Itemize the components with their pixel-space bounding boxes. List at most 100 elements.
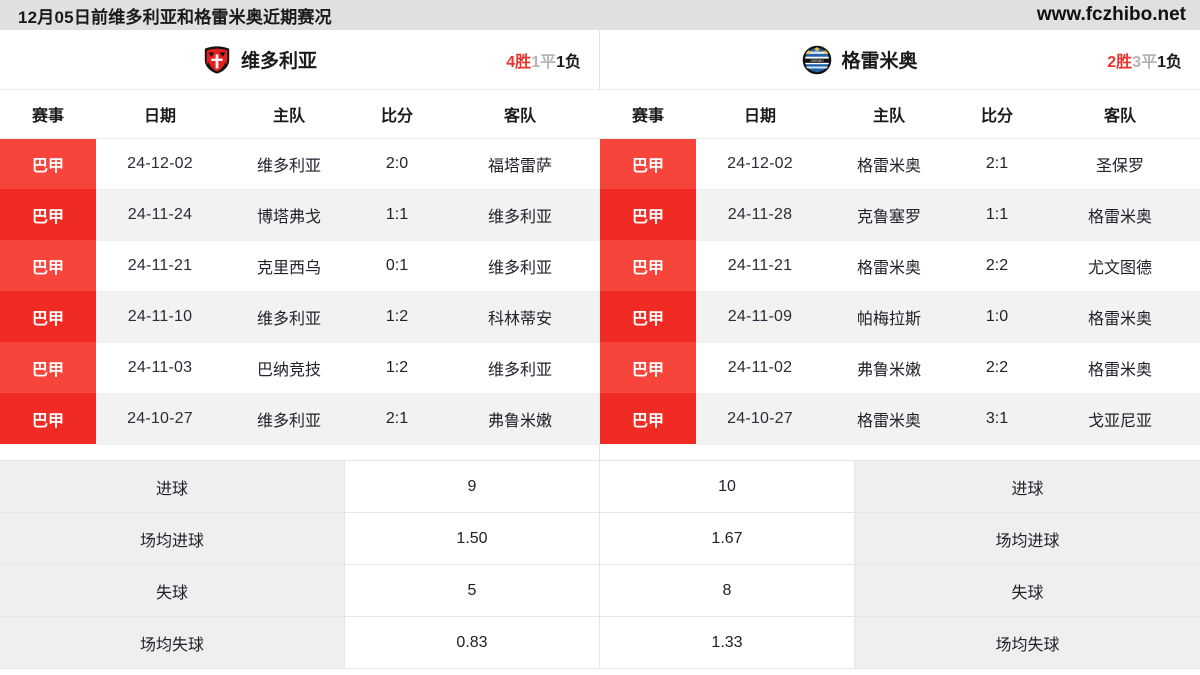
away-team: 圣保罗 — [1040, 138, 1200, 189]
match-date: 24-10-27 — [696, 393, 824, 444]
left-record-losses: 1负 — [556, 54, 581, 71]
home-team: 维多利亚 — [224, 138, 354, 189]
home-team: 克里西乌 — [224, 240, 354, 291]
home-team: 巴纳竞技 — [224, 342, 354, 393]
header-date: 日期 — [696, 90, 824, 138]
table-row[interactable]: 巴甲 24-11-03 巴纳竞技 1:2 维多利亚 — [0, 342, 600, 393]
stat-value-left: 0.83 — [345, 617, 600, 669]
match-date: 24-11-21 — [96, 240, 224, 291]
match-score: 1:1 — [954, 189, 1040, 240]
table-row[interactable]: 巴甲 24-12-02 格雷米奥 2:1 圣保罗 — [600, 138, 1200, 189]
match-date: 24-11-28 — [696, 189, 824, 240]
competition-badge: 巴甲 — [0, 393, 96, 444]
away-team: 福塔雷萨 — [440, 138, 600, 189]
page-title: 12月05日前维多利亚和格雷米奥近期赛况 — [18, 3, 332, 28]
competition-badge: 巴甲 — [0, 240, 96, 291]
stat-value-left: 9 — [345, 461, 600, 513]
stat-label-right: 失球 — [855, 565, 1200, 617]
competition-badge: 巴甲 — [600, 138, 696, 189]
gremio-crest-icon: GREMIO — [802, 45, 832, 75]
match-date: 24-11-24 — [96, 189, 224, 240]
stat-label-left: 场均进球 — [0, 513, 345, 565]
right-team-record: 2胜3平1负 — [1107, 48, 1182, 72]
right-match-table: 赛事 日期 主队 比分 客队 巴甲 24-12-02 格雷米奥 2:1 圣保罗 — [600, 90, 1200, 445]
home-team: 博塔弗戈 — [224, 189, 354, 240]
team-panels: 维多利亚 4胜1平1负 赛事 日期 主队 比分 客队 — [0, 30, 1200, 460]
home-team: 维多利亚 — [224, 393, 354, 444]
stat-value-right: 1.33 — [600, 617, 855, 669]
right-team-header: GREMIO 格雷米奥 2胜3平1负 — [600, 30, 1200, 90]
stat-label-right: 进球 — [855, 461, 1200, 513]
home-team: 弗鲁米嫩 — [824, 342, 954, 393]
table-row[interactable]: 巴甲 24-11-09 帕梅拉斯 1:0 格雷米奥 — [600, 291, 1200, 342]
vitoria-crest-icon — [202, 45, 232, 75]
home-team: 格雷米奥 — [824, 138, 954, 189]
match-score: 2:1 — [354, 393, 440, 444]
away-team: 维多利亚 — [440, 240, 600, 291]
match-score: 2:1 — [954, 138, 1040, 189]
header-date: 日期 — [96, 90, 224, 138]
left-team-header: 维多利亚 4胜1平1负 — [0, 30, 599, 90]
stat-label-left: 场均失球 — [0, 617, 345, 669]
right-team-name: 格雷米奥 — [841, 46, 917, 73]
right-record-losses: 1负 — [1157, 54, 1182, 71]
left-record-wins: 4胜 — [506, 54, 531, 71]
svg-text:GREMIO: GREMIO — [811, 58, 825, 62]
table-row[interactable]: 巴甲 24-11-28 克鲁塞罗 1:1 格雷米奥 — [600, 189, 1200, 240]
table-row[interactable]: 巴甲 24-12-02 维多利亚 2:0 福塔雷萨 — [0, 138, 600, 189]
stat-value-right: 1.67 — [600, 513, 855, 565]
home-team: 帕梅拉斯 — [824, 291, 954, 342]
table-row[interactable]: 巴甲 24-11-21 克里西乌 0:1 维多利亚 — [0, 240, 600, 291]
site-url: www.fczhibo.net — [1037, 4, 1186, 26]
table-row[interactable]: 巴甲 24-11-24 博塔弗戈 1:1 维多利亚 — [0, 189, 600, 240]
competition-badge: 巴甲 — [0, 342, 96, 393]
away-team: 尤文图德 — [1040, 240, 1200, 291]
competition-badge: 巴甲 — [0, 291, 96, 342]
home-team: 维多利亚 — [224, 291, 354, 342]
away-team: 戈亚尼亚 — [1040, 393, 1200, 444]
away-team: 弗鲁米嫩 — [440, 393, 600, 444]
home-team: 格雷米奥 — [824, 240, 954, 291]
match-date: 24-10-27 — [96, 393, 224, 444]
left-record-draws: 1平 — [531, 54, 556, 71]
match-score: 1:2 — [354, 291, 440, 342]
match-date: 24-11-21 — [696, 240, 824, 291]
table-row[interactable]: 巴甲 24-11-21 格雷米奥 2:2 尤文图德 — [600, 240, 1200, 291]
left-team-name: 维多利亚 — [241, 46, 317, 73]
match-score: 2:2 — [954, 240, 1040, 291]
home-team: 克鲁塞罗 — [824, 189, 954, 240]
match-date: 24-12-02 — [696, 138, 824, 189]
left-team-panel: 维多利亚 4胜1平1负 赛事 日期 主队 比分 客队 — [0, 30, 600, 460]
match-date: 24-11-10 — [96, 291, 224, 342]
match-score: 3:1 — [954, 393, 1040, 444]
table-row[interactable]: 巴甲 24-11-02 弗鲁米嫩 2:2 格雷米奥 — [600, 342, 1200, 393]
left-team-record: 4胜1平1负 — [506, 48, 581, 72]
competition-badge: 巴甲 — [600, 240, 696, 291]
competition-badge: 巴甲 — [600, 291, 696, 342]
competition-badge: 巴甲 — [600, 393, 696, 444]
home-team: 格雷米奥 — [824, 393, 954, 444]
table-row[interactable]: 巴甲 24-11-10 维多利亚 1:2 科林蒂安 — [0, 291, 600, 342]
right-record-wins: 2胜 — [1107, 54, 1132, 71]
away-team: 维多利亚 — [440, 189, 600, 240]
match-score: 1:1 — [354, 189, 440, 240]
right-team-panel: GREMIO 格雷米奥 2胜3平1负 — [600, 30, 1200, 460]
header-home: 主队 — [824, 90, 954, 138]
match-score: 2:0 — [354, 138, 440, 189]
away-team: 格雷米奥 — [1040, 342, 1200, 393]
table-row[interactable]: 巴甲 24-10-27 维多利亚 2:1 弗鲁米嫩 — [0, 393, 600, 444]
stat-value-left: 1.50 — [345, 513, 600, 565]
right-record-draws: 3平 — [1132, 54, 1157, 71]
comparison-stats: 进球 9 10 进球 场均进球 1.50 1.67 场均进球 失球 5 8 失球… — [0, 460, 1200, 669]
stat-label-left: 失球 — [0, 565, 345, 617]
left-table-header-row: 赛事 日期 主队 比分 客队 — [0, 90, 600, 138]
table-row[interactable]: 巴甲 24-10-27 格雷米奥 3:1 戈亚尼亚 — [600, 393, 1200, 444]
match-date: 24-11-09 — [696, 291, 824, 342]
stat-value-right: 8 — [600, 565, 855, 617]
away-team: 格雷米奥 — [1040, 291, 1200, 342]
stat-label-left: 进球 — [0, 461, 345, 513]
match-score: 1:0 — [954, 291, 1040, 342]
competition-badge: 巴甲 — [0, 138, 96, 189]
header-away: 客队 — [1040, 90, 1200, 138]
page-header: 12月05日前维多利亚和格雷米奥近期赛况 www.fczhibo.net — [0, 0, 1200, 30]
